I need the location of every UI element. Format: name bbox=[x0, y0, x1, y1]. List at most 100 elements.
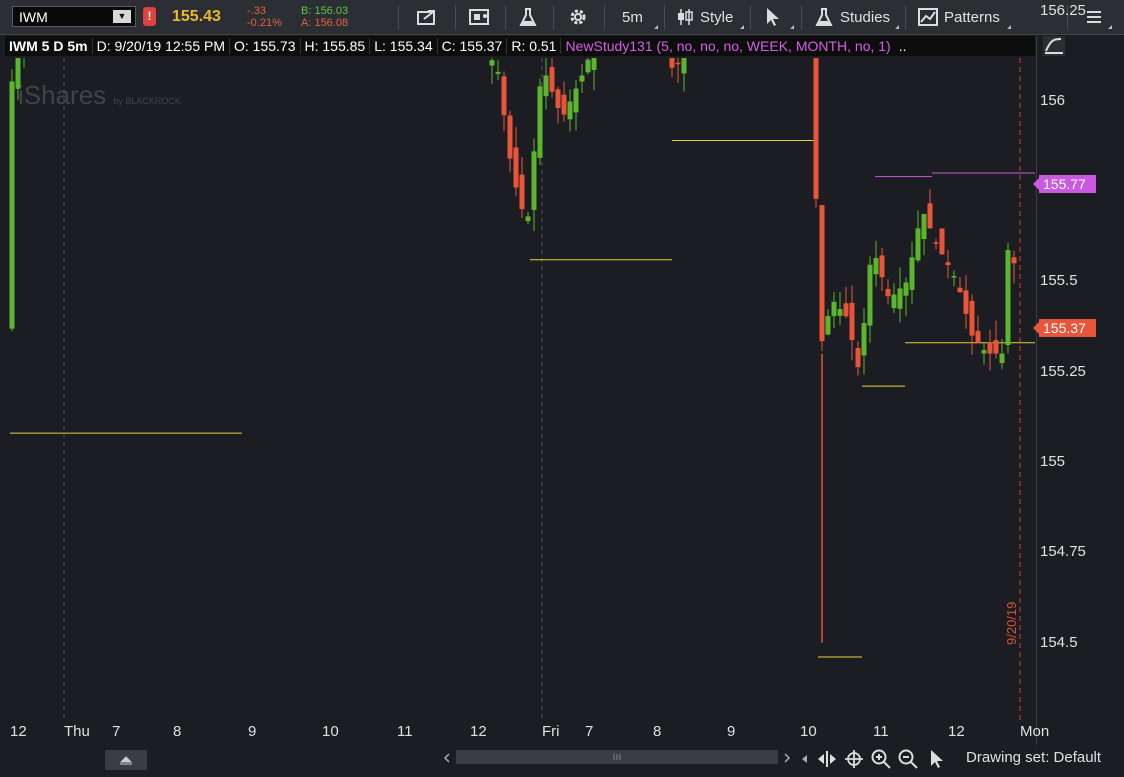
price-chart[interactable] bbox=[5, 58, 1035, 722]
price-axis-label: 156.25 bbox=[1040, 1, 1086, 19]
patterns-label: Patterns bbox=[944, 8, 1000, 26]
candle-body bbox=[1005, 250, 1011, 346]
candle-body bbox=[675, 62, 681, 65]
candle-body bbox=[537, 86, 543, 158]
share-button[interactable] bbox=[417, 5, 439, 29]
candle-body bbox=[861, 323, 867, 356]
lab-button[interactable] bbox=[518, 5, 538, 29]
bar-high: H: 155.85 bbox=[301, 38, 371, 54]
corner-indicator bbox=[895, 25, 899, 29]
chart-title: IWM 5 D 5m bbox=[5, 38, 93, 54]
candle-body bbox=[519, 174, 525, 210]
study-label[interactable]: NewStudy131 (5, no, no, no, WEEK, MONTH,… bbox=[561, 38, 894, 54]
divider bbox=[750, 5, 751, 29]
candle-body bbox=[555, 89, 561, 109]
scrollbar-track[interactable] bbox=[456, 750, 778, 764]
candle-body bbox=[873, 258, 879, 275]
candle-body bbox=[993, 340, 999, 354]
candle-body bbox=[879, 255, 885, 278]
corner-indicator bbox=[1007, 25, 1011, 29]
bar-range: R: 0.51 bbox=[507, 38, 562, 54]
divider bbox=[664, 5, 665, 29]
candle-body bbox=[981, 350, 987, 354]
candle-body bbox=[549, 67, 555, 92]
scrollbar-thumb[interactable] bbox=[456, 750, 778, 764]
cursor-button[interactable] bbox=[764, 5, 782, 29]
zoom-out-icon[interactable] bbox=[897, 748, 919, 770]
bar-date: D: 9/20/19 12:55 PM bbox=[93, 38, 230, 54]
divider bbox=[505, 5, 506, 29]
style-button[interactable]: Style bbox=[676, 5, 733, 29]
chevron-down-icon[interactable]: ▼ bbox=[113, 10, 131, 23]
candle-body bbox=[561, 94, 567, 115]
timeframe-label: 5m bbox=[622, 8, 643, 26]
time-axis-label: 8 bbox=[653, 723, 662, 740]
zoom-in-icon[interactable] bbox=[870, 748, 892, 770]
candle-body bbox=[831, 301, 837, 317]
candle-body bbox=[975, 330, 981, 343]
price-axis-label: 156 bbox=[1040, 91, 1066, 109]
flask-icon bbox=[815, 8, 833, 26]
symbol-selector[interactable]: IWM ▼ bbox=[12, 6, 136, 27]
bar-close: C: 155.37 bbox=[438, 38, 508, 54]
candle-body bbox=[933, 242, 939, 244]
bottom-bar: Drawing set: Default bbox=[0, 745, 1124, 777]
candle-body bbox=[969, 300, 975, 336]
studies-label: Studies bbox=[840, 8, 891, 26]
time-axis-label: 12 bbox=[948, 723, 965, 740]
candle-body bbox=[891, 294, 897, 309]
candle-body bbox=[903, 282, 909, 296]
style-label: Style bbox=[700, 8, 734, 26]
flexible-grid-button[interactable] bbox=[469, 5, 491, 29]
candle-body bbox=[495, 71, 501, 74]
corner-indicator bbox=[740, 25, 744, 29]
timeframe-button[interactable]: 5m bbox=[622, 5, 643, 29]
time-axis-label: 12 bbox=[10, 723, 27, 740]
menu-button[interactable] bbox=[1086, 5, 1102, 29]
candle-body bbox=[501, 76, 507, 116]
time-axis-label: 11 bbox=[873, 723, 889, 740]
candle-body bbox=[999, 353, 1005, 364]
corner-indicator bbox=[1108, 25, 1112, 29]
studies-button[interactable]: Studies bbox=[814, 5, 890, 29]
price-axis-label: 154.75 bbox=[1040, 543, 1086, 561]
crosshair-icon[interactable] bbox=[843, 748, 865, 770]
candle-body bbox=[573, 88, 579, 113]
patterns-button[interactable]: Patterns bbox=[918, 5, 1000, 29]
candle-body bbox=[525, 216, 531, 222]
chart-settings-icon[interactable] bbox=[1043, 36, 1065, 56]
time-axis-label: 7 bbox=[585, 723, 594, 740]
menu-icon bbox=[1087, 11, 1101, 23]
candle-body bbox=[681, 58, 687, 74]
candle-body bbox=[9, 81, 15, 329]
scroll-left-icon[interactable] bbox=[442, 752, 452, 764]
divider bbox=[553, 5, 554, 29]
bar-low: L: 155.34 bbox=[370, 38, 438, 54]
settings-button[interactable] bbox=[568, 5, 588, 29]
cursor-arrow-icon bbox=[767, 8, 779, 26]
fit-width-icon[interactable] bbox=[816, 748, 838, 770]
alert-icon[interactable]: ! bbox=[143, 7, 156, 26]
bar-open: O: 155.73 bbox=[230, 38, 301, 54]
scroll-right-icon[interactable] bbox=[782, 752, 792, 764]
high-price-tag: 155.77 bbox=[1033, 174, 1096, 193]
corner-indicator bbox=[790, 25, 794, 29]
collapse-button[interactable] bbox=[105, 750, 147, 770]
date-marker: 9/20/19 bbox=[1004, 601, 1019, 645]
time-axis-label: Thu bbox=[64, 723, 90, 740]
bid-price: B: 156.03 bbox=[301, 5, 349, 17]
drawing-set-label[interactable]: Drawing set: Default bbox=[966, 749, 1101, 766]
candle-body bbox=[531, 151, 537, 210]
candle-body bbox=[849, 302, 855, 341]
candle-body bbox=[909, 257, 915, 290]
price-axis-label: 155 bbox=[1040, 453, 1066, 470]
candle-body bbox=[813, 58, 819, 199]
candlestick-icon bbox=[678, 9, 693, 25]
axis-divider bbox=[1036, 36, 1037, 746]
time-axis-label: 9 bbox=[727, 723, 736, 740]
more-indicator[interactable]: .. bbox=[895, 38, 911, 54]
pan-left-icon[interactable] bbox=[800, 754, 810, 764]
time-axis-label: 10 bbox=[322, 723, 339, 740]
price-axis-label: 155.5 bbox=[1040, 272, 1078, 290]
pointer-icon[interactable] bbox=[926, 748, 948, 770]
